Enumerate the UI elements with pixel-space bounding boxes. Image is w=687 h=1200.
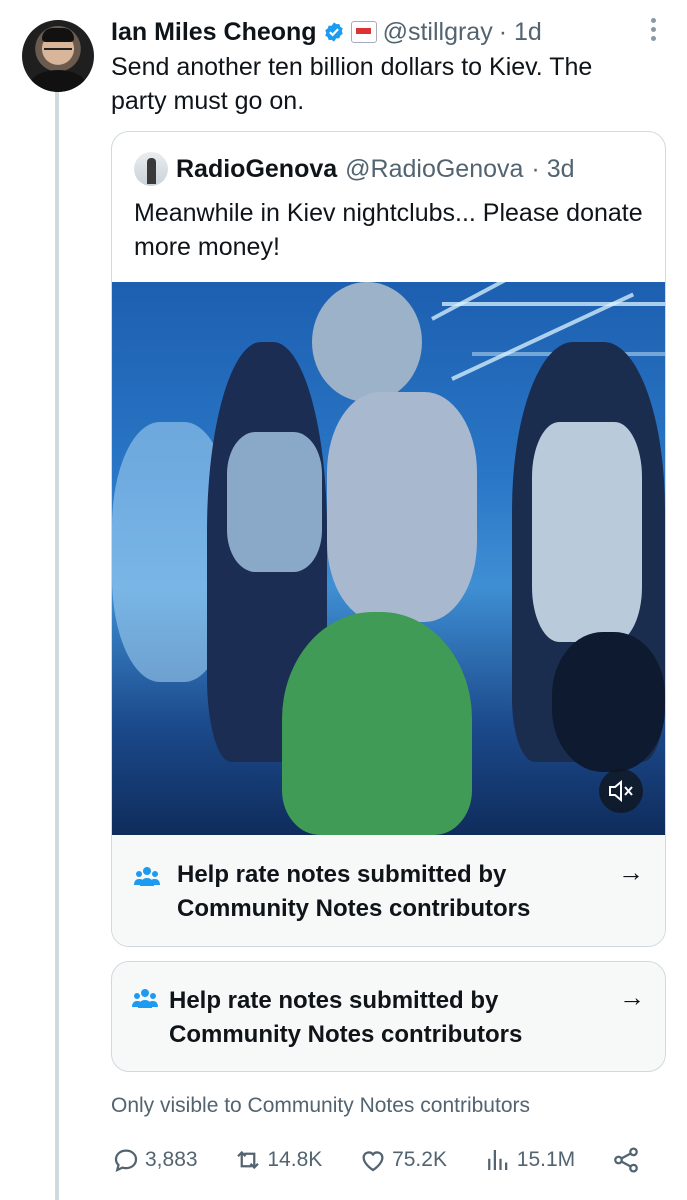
quoted-tweet[interactable]: RadioGenova @RadioGenova · 3d Meanwhile … bbox=[111, 131, 666, 947]
reply-count: 3,883 bbox=[145, 1148, 198, 1171]
quoted-tweet-text: Meanwhile in Kiev nightclubs... Please d… bbox=[134, 199, 643, 261]
community-notes-prompt-outer[interactable]: Help rate notes submitted by Community N… bbox=[111, 961, 666, 1072]
share-button[interactable] bbox=[611, 1145, 641, 1175]
more-icon[interactable] bbox=[651, 18, 657, 44]
views-icon bbox=[487, 1150, 508, 1170]
tweet-header: Ian Miles Cheong @stillgray · 1d bbox=[111, 14, 542, 50]
tweet-time[interactable]: · 1d bbox=[499, 18, 542, 47]
arrow-right-icon[interactable]: → bbox=[618, 857, 644, 888]
like-icon bbox=[362, 1151, 384, 1172]
mute-icon[interactable] bbox=[599, 769, 643, 813]
arrow-right-icon[interactable]: → bbox=[619, 982, 645, 1013]
quoted-author-name: RadioGenova bbox=[176, 154, 338, 183]
verified-badge-icon bbox=[324, 22, 343, 42]
community-notes-prompt-inner[interactable]: Help rate notes submitted by Community N… bbox=[112, 835, 665, 946]
community-notes-icon bbox=[132, 989, 158, 1008]
community-notes-icon bbox=[134, 867, 160, 886]
like-count: 75.2K bbox=[392, 1148, 447, 1171]
reply-icon bbox=[114, 1149, 138, 1172]
quoted-author-handle: @RadioGenova bbox=[345, 154, 524, 183]
reply-button[interactable]: 3,883 bbox=[111, 1145, 198, 1175]
tweet-text: Send another ten billion dollars to Kiev… bbox=[111, 53, 593, 115]
quoted-tweet-header: RadioGenova @RadioGenova · 3d bbox=[134, 152, 575, 186]
repost-icon bbox=[237, 1150, 260, 1170]
author-name[interactable]: Ian Miles Cheong bbox=[111, 18, 317, 47]
like-button[interactable]: 75.2K bbox=[358, 1145, 447, 1175]
views-count: 15.1M bbox=[516, 1148, 576, 1171]
views-button[interactable]: 15.1M bbox=[483, 1145, 575, 1175]
author-handle[interactable]: @stillgray bbox=[383, 18, 493, 47]
community-notes-label-inner: Help rate notes submitted by Community N… bbox=[177, 861, 531, 922]
community-notes-label-outer: Help rate notes submitted by Community N… bbox=[169, 987, 523, 1048]
quoted-avatar[interactable] bbox=[134, 152, 168, 186]
quoted-tweet-time: · 3d bbox=[531, 154, 575, 183]
repost-count: 14.8K bbox=[267, 1148, 323, 1171]
action-bar: 3,883 14.8K 75.2K 15.1M bbox=[111, 1142, 641, 1178]
repost-button[interactable]: 14.8K bbox=[233, 1145, 322, 1175]
avatar[interactable] bbox=[22, 20, 94, 92]
affiliate-badge-icon[interactable] bbox=[350, 21, 377, 43]
video-player[interactable] bbox=[112, 282, 665, 835]
thread-line bbox=[55, 92, 59, 1200]
visibility-note: Only visible to Community Notes contribu… bbox=[111, 1094, 530, 1117]
share-icon bbox=[614, 1147, 638, 1173]
